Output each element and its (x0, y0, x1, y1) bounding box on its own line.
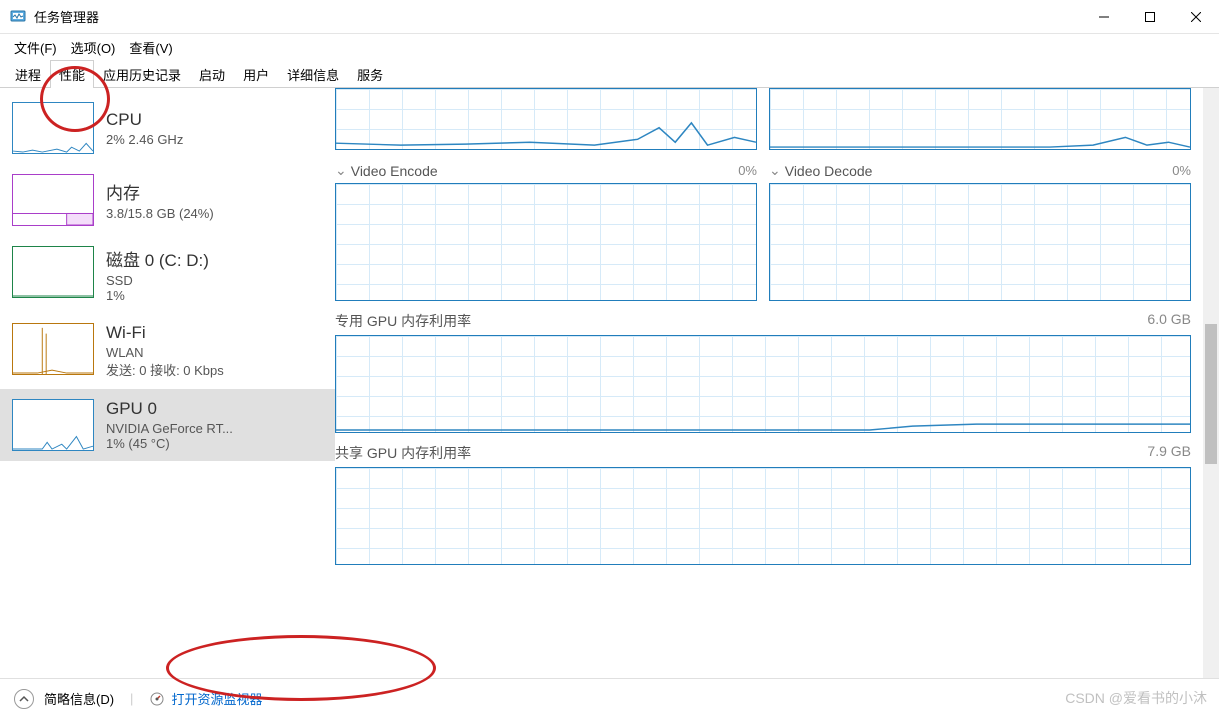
resource-monitor-icon (149, 691, 165, 707)
tab-startup[interactable]: 启动 (190, 60, 234, 88)
dedicated-mem-graph (335, 335, 1191, 433)
sidebar-item-cpu[interactable]: CPU 2% 2.46 GHz (0, 92, 335, 164)
disk-sub2: 1% (106, 288, 323, 303)
memory-thumbnail (12, 174, 94, 226)
tab-bar: 进程 性能 应用历史记录 启动 用户 详细信息 服务 (0, 60, 1219, 88)
cpu-sub: 2% 2.46 GHz (106, 132, 323, 147)
gpu-graph-3d (335, 88, 757, 150)
sidebar-item-wifi[interactable]: Wi-Fi WLAN 发送: 0 接收: 0 Kbps (0, 313, 335, 389)
cpu-thumbnail (12, 102, 94, 154)
video-decode-value: 0% (1172, 163, 1191, 178)
chevron-down-icon: ⌄ (335, 162, 347, 179)
gpu-graph-copy (769, 88, 1191, 150)
detail-pane: ⌄ Video Encode 0% ⌄ Video Decode 0% (335, 88, 1219, 678)
window-title: 任务管理器 (34, 7, 1081, 26)
gpu-sub2: 1% (45 °C) (106, 436, 323, 451)
dedicated-mem-value: 6.0 GB (1147, 311, 1191, 331)
chevron-up-icon (19, 694, 29, 704)
gpu-thumbnail (12, 399, 94, 451)
tab-services[interactable]: 服务 (348, 60, 392, 88)
close-button[interactable] (1173, 0, 1219, 33)
title-bar: 任务管理器 (0, 0, 1219, 34)
shared-mem-graph (335, 467, 1191, 565)
dedicated-mem-header: 专用 GPU 内存利用率 6.0 GB (335, 311, 1191, 331)
memory-sub: 3.8/15.8 GB (24%) (106, 206, 323, 221)
tab-users[interactable]: 用户 (234, 60, 278, 88)
menu-bar: 文件(F) 选项(O) 查看(V) (0, 34, 1219, 60)
wifi-title: Wi-Fi (106, 323, 323, 343)
disk-sub: SSD (106, 273, 323, 288)
app-icon (10, 9, 26, 25)
tab-processes[interactable]: 进程 (6, 60, 50, 88)
workspace: CPU 2% 2.46 GHz 内存 3.8/15.8 GB (24%) 磁盘 … (0, 88, 1219, 678)
video-decode-label: Video Decode (785, 163, 873, 179)
sidebar-item-disk[interactable]: 磁盘 0 (C: D:) SSD 1% (0, 236, 335, 313)
menu-view[interactable]: 查看(V) (123, 36, 178, 59)
gpu-sub: NVIDIA GeForce RT... (106, 421, 323, 436)
brief-info-link[interactable]: 简略信息(D) (44, 689, 114, 708)
memory-title: 内存 (106, 179, 323, 204)
menu-options[interactable]: 选项(O) (65, 36, 122, 59)
video-encode-header[interactable]: ⌄ Video Encode 0% (335, 162, 757, 179)
collapse-button[interactable] (14, 689, 34, 709)
sidebar-item-gpu[interactable]: GPU 0 NVIDIA GeForce RT... 1% (45 °C) (0, 389, 335, 461)
video-decode-header[interactable]: ⌄ Video Decode 0% (769, 162, 1191, 179)
video-decode-graph (769, 183, 1191, 301)
shared-mem-value: 7.9 GB (1147, 443, 1191, 463)
disk-thumbnail (12, 246, 94, 298)
scrollbar[interactable] (1203, 88, 1219, 678)
sidebar: CPU 2% 2.46 GHz 内存 3.8/15.8 GB (24%) 磁盘 … (0, 88, 335, 678)
cpu-title: CPU (106, 110, 323, 130)
gpu-title: GPU 0 (106, 399, 323, 419)
tab-app-history[interactable]: 应用历史记录 (94, 60, 190, 88)
wifi-sub2: 发送: 0 接收: 0 Kbps (106, 360, 323, 379)
resource-monitor-link[interactable]: 打开资源监视器 (149, 689, 262, 708)
minimize-button[interactable] (1081, 0, 1127, 33)
shared-mem-header: 共享 GPU 内存利用率 7.9 GB (335, 443, 1191, 463)
resource-monitor-label: 打开资源监视器 (171, 689, 262, 708)
sidebar-item-memory[interactable]: 内存 3.8/15.8 GB (24%) (0, 164, 335, 236)
window-controls (1081, 0, 1219, 33)
dedicated-mem-label: 专用 GPU 内存利用率 (335, 311, 471, 331)
menu-file[interactable]: 文件(F) (8, 36, 63, 59)
video-encode-value: 0% (738, 163, 757, 178)
shared-mem-label: 共享 GPU 内存利用率 (335, 443, 471, 463)
wifi-thumbnail (12, 323, 94, 375)
maximize-button[interactable] (1127, 0, 1173, 33)
tab-details[interactable]: 详细信息 (278, 60, 348, 88)
disk-title: 磁盘 0 (C: D:) (106, 246, 323, 271)
chevron-down-icon: ⌄ (769, 162, 781, 179)
tab-performance[interactable]: 性能 (50, 60, 94, 88)
footer: 简略信息(D) | 打开资源监视器 (0, 678, 1219, 718)
video-encode-graph (335, 183, 757, 301)
separator: | (130, 691, 133, 706)
wifi-sub: WLAN (106, 345, 323, 360)
video-encode-label: Video Encode (351, 163, 438, 179)
